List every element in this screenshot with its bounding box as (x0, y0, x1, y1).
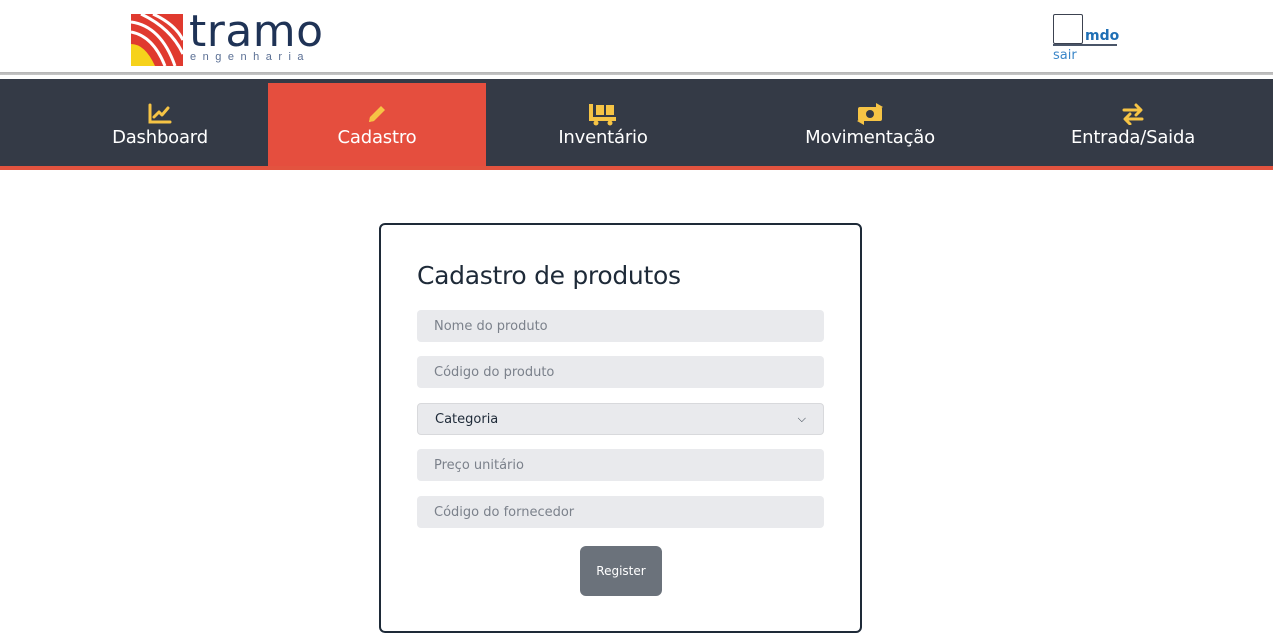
brand-tagline: engenharia (190, 51, 311, 63)
nav-label-dashboard: Dashboard (112, 127, 208, 148)
nav-item-dashboard[interactable]: Dashboard (52, 83, 268, 166)
user-menu: mdo sair (1053, 14, 1119, 63)
chart-line-icon (148, 102, 172, 126)
username[interactable]: mdo (1085, 28, 1119, 44)
nav-label-cadastro: Cadastro (337, 127, 417, 148)
avatar[interactable] (1053, 14, 1083, 44)
user-underline (1053, 44, 1117, 46)
nav-label-movimentacao: Movimentação (805, 127, 935, 148)
main-nav: Dashboard Cadastro Inventário Movimentaç… (0, 79, 1273, 170)
nav-item-entrada-saida[interactable]: Entrada/Saida (1020, 83, 1246, 166)
product-code-input[interactable] (417, 356, 824, 388)
nav-item-cadastro[interactable]: Cadastro (268, 83, 486, 166)
category-select[interactable]: Categoria ⌵ (417, 403, 824, 435)
logout-link[interactable]: sair (1053, 48, 1119, 63)
nav-label-inventario: Inventário (558, 127, 648, 148)
brand-logo[interactable]: tramo engenharia (131, 10, 324, 66)
pallet-dolly-icon (589, 102, 617, 126)
nav-item-movimentacao[interactable]: Movimentação (720, 83, 1020, 166)
supplier-code-input[interactable] (417, 496, 824, 528)
brand-name: tramo (189, 6, 324, 57)
chevron-down-icon: ⌵ (797, 412, 806, 425)
nav-item-inventario[interactable]: Inventário (486, 83, 720, 166)
money-exchange-icon (856, 102, 884, 126)
product-form-card: Cadastro de produtos Categoria ⌵ Registe… (379, 223, 862, 633)
exchange-arrows-icon (1122, 102, 1144, 126)
product-name-input[interactable] (417, 310, 824, 342)
header-divider (0, 72, 1273, 79)
category-selected-value: Categoria (435, 411, 499, 427)
tramo-logo-icon (131, 14, 183, 66)
pencil-icon (366, 102, 388, 126)
header: tramo engenharia mdo sair (0, 0, 1273, 74)
nav-label-entrada-saida: Entrada/Saida (1070, 127, 1196, 148)
form-title: Cadastro de produtos (417, 261, 681, 290)
register-button[interactable]: Register (580, 546, 662, 596)
unit-price-input[interactable] (417, 449, 824, 481)
